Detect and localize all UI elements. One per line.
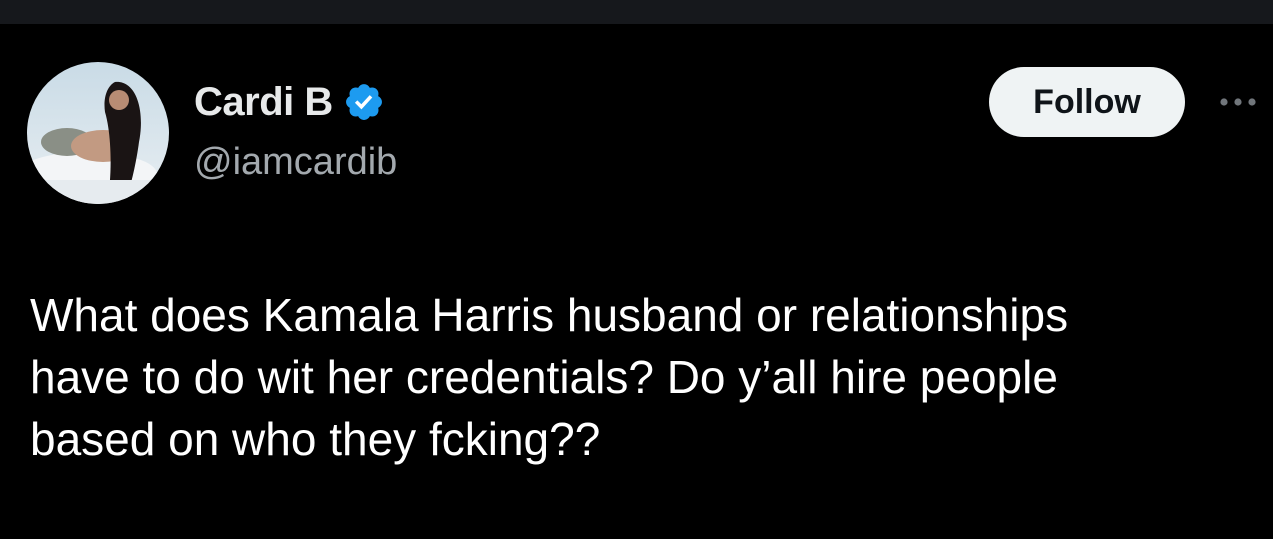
top-bar (0, 0, 1273, 24)
follow-button[interactable]: Follow (989, 67, 1185, 137)
verified-badge-icon (343, 81, 385, 123)
author-handle[interactable]: @iamcardib (194, 141, 397, 184)
tweet-line: What does Kamala Harris husband or relat… (30, 289, 1069, 341)
tweet-line: based on who they fcking?? (30, 413, 601, 465)
more-dots-icon[interactable] (1212, 84, 1264, 120)
tweet-text: What does Kamala Harris husband or relat… (30, 284, 1260, 470)
author-name-row: Cardi B (194, 78, 385, 126)
tweet-line: have to do wit her credentials? Do y’all… (30, 351, 1058, 403)
avatar[interactable] (27, 62, 169, 204)
display-name[interactable]: Cardi B (194, 80, 333, 125)
avatar-image (27, 62, 169, 204)
